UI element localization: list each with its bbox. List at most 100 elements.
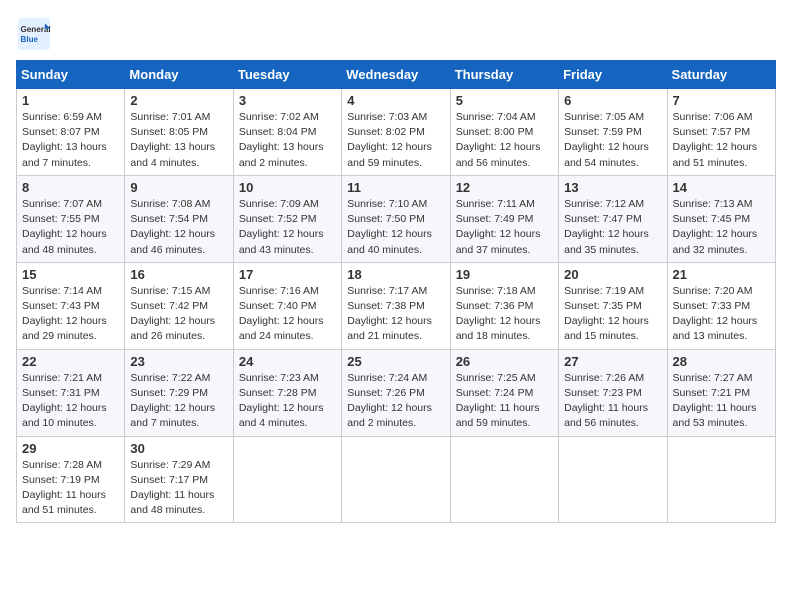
- calendar-week-1: 1 Sunrise: 6:59 AMSunset: 8:07 PMDaylight…: [17, 89, 776, 176]
- day-info: Sunrise: 7:17 AMSunset: 7:38 PMDaylight:…: [347, 284, 444, 345]
- day-info: Sunrise: 7:01 AMSunset: 8:05 PMDaylight:…: [130, 110, 227, 171]
- calendar-day-12: 12 Sunrise: 7:11 AMSunset: 7:49 PMDayligh…: [450, 175, 558, 262]
- day-info: Sunrise: 7:18 AMSunset: 7:36 PMDaylight:…: [456, 284, 553, 345]
- day-number: 6: [564, 93, 661, 108]
- day-of-week-monday: Monday: [125, 61, 233, 89]
- svg-text:Blue: Blue: [21, 35, 39, 44]
- calendar-day-empty: [667, 436, 775, 523]
- day-info: Sunrise: 7:15 AMSunset: 7:42 PMDaylight:…: [130, 284, 227, 345]
- day-of-week-sunday: Sunday: [17, 61, 125, 89]
- day-info: Sunrise: 7:29 AMSunset: 7:17 PMDaylight:…: [130, 458, 227, 519]
- day-info: Sunrise: 7:11 AMSunset: 7:49 PMDaylight:…: [456, 197, 553, 258]
- logo-icon: General Blue: [16, 16, 52, 52]
- day-info: Sunrise: 7:20 AMSunset: 7:33 PMDaylight:…: [673, 284, 770, 345]
- calendar-day-18: 18 Sunrise: 7:17 AMSunset: 7:38 PMDayligh…: [342, 262, 450, 349]
- day-of-week-wednesday: Wednesday: [342, 61, 450, 89]
- day-info: Sunrise: 6:59 AMSunset: 8:07 PMDaylight:…: [22, 110, 119, 171]
- day-info: Sunrise: 7:12 AMSunset: 7:47 PMDaylight:…: [564, 197, 661, 258]
- calendar-day-13: 13 Sunrise: 7:12 AMSunset: 7:47 PMDayligh…: [559, 175, 667, 262]
- day-info: Sunrise: 7:23 AMSunset: 7:28 PMDaylight:…: [239, 371, 336, 432]
- day-info: Sunrise: 7:19 AMSunset: 7:35 PMDaylight:…: [564, 284, 661, 345]
- calendar-day-25: 25 Sunrise: 7:24 AMSunset: 7:26 PMDayligh…: [342, 349, 450, 436]
- day-number: 13: [564, 180, 661, 195]
- day-number: 25: [347, 354, 444, 369]
- calendar-day-7: 7Sunrise: 7:06 AMSunset: 7:57 PMDaylight…: [667, 89, 775, 176]
- day-number: 12: [456, 180, 553, 195]
- calendar-day-8: 8Sunrise: 7:07 AMSunset: 7:55 PMDaylight…: [17, 175, 125, 262]
- day-info: Sunrise: 7:10 AMSunset: 7:50 PMDaylight:…: [347, 197, 444, 258]
- day-info: Sunrise: 7:21 AMSunset: 7:31 PMDaylight:…: [22, 371, 119, 432]
- day-info: Sunrise: 7:06 AMSunset: 7:57 PMDaylight:…: [673, 110, 770, 171]
- day-info: Sunrise: 7:02 AMSunset: 8:04 PMDaylight:…: [239, 110, 336, 171]
- day-number: 29: [22, 441, 119, 456]
- day-number: 3: [239, 93, 336, 108]
- calendar-day-16: 16 Sunrise: 7:15 AMSunset: 7:42 PMDayligh…: [125, 262, 233, 349]
- calendar-day-26: 26 Sunrise: 7:25 AMSunset: 7:24 PMDayligh…: [450, 349, 558, 436]
- day-number: 26: [456, 354, 553, 369]
- day-number: 2: [130, 93, 227, 108]
- day-info: Sunrise: 7:24 AMSunset: 7:26 PMDaylight:…: [347, 371, 444, 432]
- calendar-day-21: 21 Sunrise: 7:20 AMSunset: 7:33 PMDayligh…: [667, 262, 775, 349]
- calendar-header-row: SundayMondayTuesdayWednesdayThursdayFrid…: [17, 61, 776, 89]
- day-of-week-thursday: Thursday: [450, 61, 558, 89]
- day-info: Sunrise: 7:03 AMSunset: 8:02 PMDaylight:…: [347, 110, 444, 171]
- calendar-day-29: 29 Sunrise: 7:28 AMSunset: 7:19 PMDayligh…: [17, 436, 125, 523]
- day-info: Sunrise: 7:14 AMSunset: 7:43 PMDaylight:…: [22, 284, 119, 345]
- day-info: Sunrise: 7:07 AMSunset: 7:55 PMDaylight:…: [22, 197, 119, 258]
- day-number: 28: [673, 354, 770, 369]
- day-number: 24: [239, 354, 336, 369]
- calendar-table: SundayMondayTuesdayWednesdayThursdayFrid…: [16, 60, 776, 523]
- day-info: Sunrise: 7:28 AMSunset: 7:19 PMDaylight:…: [22, 458, 119, 519]
- calendar-day-19: 19 Sunrise: 7:18 AMSunset: 7:36 PMDayligh…: [450, 262, 558, 349]
- day-number: 30: [130, 441, 227, 456]
- calendar-day-empty: [342, 436, 450, 523]
- calendar-day-4: 4Sunrise: 7:03 AMSunset: 8:02 PMDaylight…: [342, 89, 450, 176]
- calendar-day-2: 2 Sunrise: 7:01 AMSunset: 8:05 PMDaylight…: [125, 89, 233, 176]
- day-info: Sunrise: 7:04 AMSunset: 8:00 PMDaylight:…: [456, 110, 553, 171]
- calendar-day-6: 6 Sunrise: 7:05 AMSunset: 7:59 PMDaylight…: [559, 89, 667, 176]
- day-info: Sunrise: 7:22 AMSunset: 7:29 PMDaylight:…: [130, 371, 227, 432]
- calendar-day-23: 23Sunrise: 7:22 AMSunset: 7:29 PMDayligh…: [125, 349, 233, 436]
- day-number: 1: [22, 93, 119, 108]
- day-of-week-tuesday: Tuesday: [233, 61, 341, 89]
- day-number: 22: [22, 354, 119, 369]
- day-info: Sunrise: 7:25 AMSunset: 7:24 PMDaylight:…: [456, 371, 553, 432]
- calendar-day-14: 14 Sunrise: 7:13 AMSunset: 7:45 PMDayligh…: [667, 175, 775, 262]
- day-number: 9: [130, 180, 227, 195]
- calendar-day-10: 10 Sunrise: 7:09 AMSunset: 7:52 PMDayligh…: [233, 175, 341, 262]
- calendar-day-28: 28 Sunrise: 7:27 AMSunset: 7:21 PMDayligh…: [667, 349, 775, 436]
- day-info: Sunrise: 7:13 AMSunset: 7:45 PMDaylight:…: [673, 197, 770, 258]
- day-number: 18: [347, 267, 444, 282]
- page-header: General Blue: [16, 16, 776, 52]
- day-info: Sunrise: 7:16 AMSunset: 7:40 PMDaylight:…: [239, 284, 336, 345]
- calendar-day-9: 9 Sunrise: 7:08 AMSunset: 7:54 PMDaylight…: [125, 175, 233, 262]
- day-info: Sunrise: 7:27 AMSunset: 7:21 PMDaylight:…: [673, 371, 770, 432]
- day-number: 11: [347, 180, 444, 195]
- calendar-day-24: 24 Sunrise: 7:23 AMSunset: 7:28 PMDayligh…: [233, 349, 341, 436]
- calendar-day-empty: [450, 436, 558, 523]
- calendar-day-3: 3 Sunrise: 7:02 AMSunset: 8:04 PMDaylight…: [233, 89, 341, 176]
- day-info: Sunrise: 7:08 AMSunset: 7:54 PMDaylight:…: [130, 197, 227, 258]
- day-number: 10: [239, 180, 336, 195]
- day-number: 14: [673, 180, 770, 195]
- logo: General Blue: [16, 16, 58, 52]
- calendar-week-4: 22 Sunrise: 7:21 AMSunset: 7:31 PMDayligh…: [17, 349, 776, 436]
- calendar-day-15: 15 Sunrise: 7:14 AMSunset: 7:43 PMDayligh…: [17, 262, 125, 349]
- calendar-day-30: 30 Sunrise: 7:29 AMSunset: 7:17 PMDayligh…: [125, 436, 233, 523]
- calendar-day-22: 22 Sunrise: 7:21 AMSunset: 7:31 PMDayligh…: [17, 349, 125, 436]
- day-number: 27: [564, 354, 661, 369]
- calendar-day-20: 20 Sunrise: 7:19 AMSunset: 7:35 PMDayligh…: [559, 262, 667, 349]
- day-number: 16: [130, 267, 227, 282]
- day-number: 5: [456, 93, 553, 108]
- calendar-day-17: 17 Sunrise: 7:16 AMSunset: 7:40 PMDayligh…: [233, 262, 341, 349]
- day-info: Sunrise: 7:09 AMSunset: 7:52 PMDaylight:…: [239, 197, 336, 258]
- day-info: Sunrise: 7:26 AMSunset: 7:23 PMDaylight:…: [564, 371, 661, 432]
- day-number: 20: [564, 267, 661, 282]
- calendar-week-3: 15 Sunrise: 7:14 AMSunset: 7:43 PMDayligh…: [17, 262, 776, 349]
- day-number: 17: [239, 267, 336, 282]
- calendar-day-empty: [559, 436, 667, 523]
- day-number: 19: [456, 267, 553, 282]
- day-number: 21: [673, 267, 770, 282]
- day-number: 15: [22, 267, 119, 282]
- day-info: Sunrise: 7:05 AMSunset: 7:59 PMDaylight:…: [564, 110, 661, 171]
